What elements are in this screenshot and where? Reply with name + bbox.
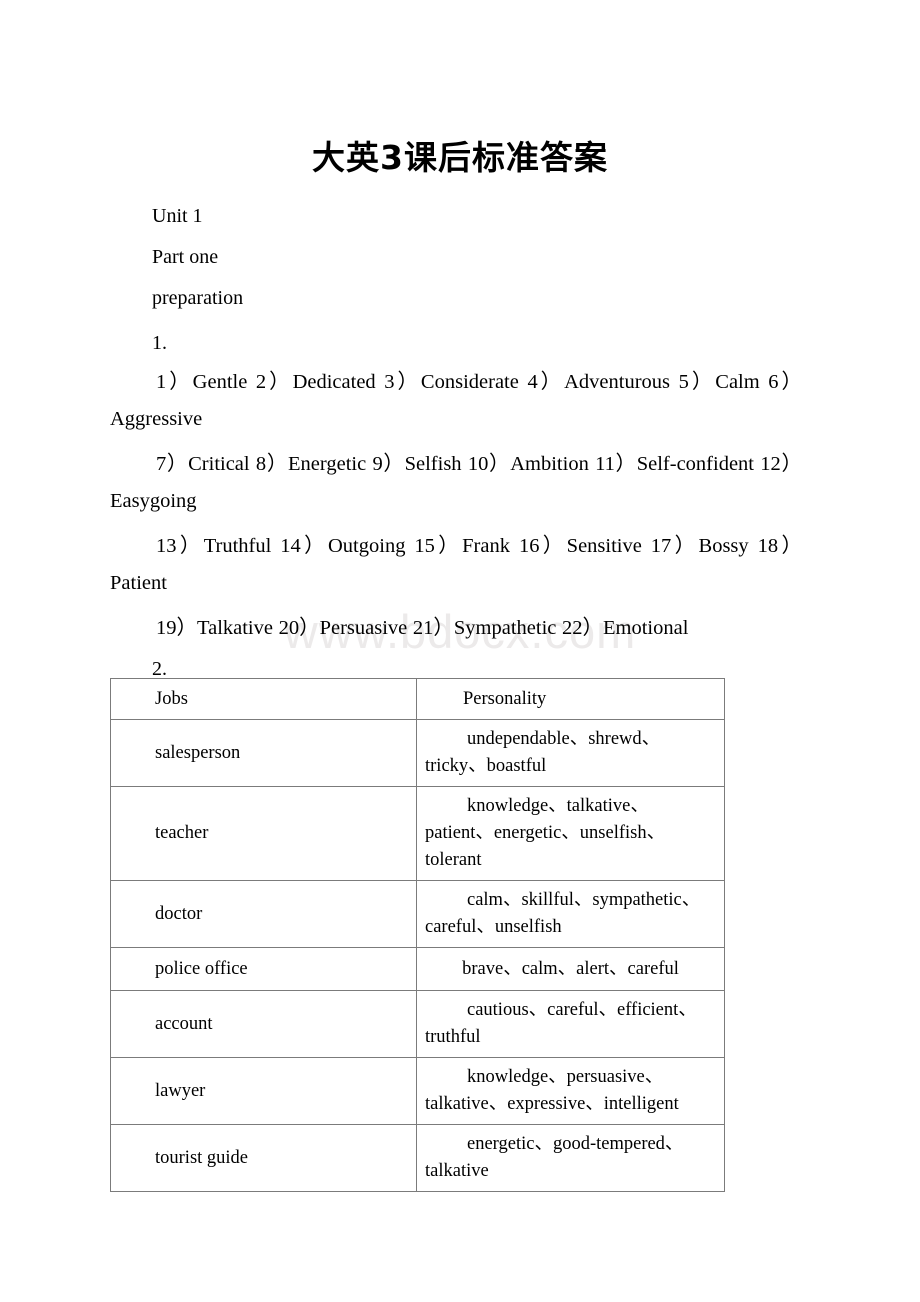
job-name: lawyer — [155, 1080, 206, 1101]
table-cell-job: lawyer — [110, 1057, 417, 1125]
personality-list: undependable、shrewd、tricky、boastful — [425, 729, 661, 776]
table-row: doctor calm、skillful、sympathetic、careful… — [110, 880, 725, 948]
heading-preparation: preparation — [152, 287, 244, 309]
answer-paragraph-4: 19）Talkative 20）Persuasive 21）Sympatheti… — [156, 617, 689, 639]
job-name: doctor — [155, 903, 203, 924]
table-row: tourist guide energetic、good-tempered、ta… — [110, 1124, 725, 1192]
personality-list: calm、skillful、sympathetic、careful、unself… — [425, 890, 701, 937]
answer-paragraph-2: 7）Critical 8）Energetic 9）Selfish 10）Ambi… — [110, 453, 802, 512]
table-row: police office brave、calm、alert、careful — [110, 947, 725, 991]
table-cell-personality: cautious、careful、efficient、truthful — [416, 990, 725, 1058]
table-cell-job: teacher — [110, 786, 417, 881]
table-cell-job: doctor — [110, 880, 417, 948]
table-cell-job: tourist guide — [110, 1124, 417, 1192]
personality-list: knowledge、talkative、patient、energetic、un… — [425, 796, 666, 870]
heading-part: Part one — [152, 246, 219, 268]
answer-paragraph-1: 1）Gentle 2）Dedicated 3）Considerate 4）Adv… — [110, 371, 802, 430]
personality-list: brave、calm、alert、careful — [462, 958, 679, 979]
table-cell-personality: knowledge、persuasive、talkative、expressiv… — [416, 1057, 725, 1125]
jobs-personality-table: Jobs Personality salesperson undependabl… — [110, 678, 725, 1192]
table-row: lawyer knowledge、persuasive、talkative、ex… — [110, 1057, 725, 1125]
table-header-cell-personality: Personality — [416, 678, 725, 720]
document-page: www.bdocx.com 大英3课后标准答案 Unit 1 Part one … — [0, 0, 920, 1302]
table-row: account cautious、careful、efficient、truth… — [110, 990, 725, 1058]
table-cell-job: police office — [110, 947, 417, 991]
job-name: salesperson — [155, 742, 241, 763]
heading-unit: Unit 1 — [152, 205, 203, 227]
section-label-1: 1. — [152, 332, 167, 354]
table-row: teacher knowledge、talkative、patient、ener… — [110, 786, 725, 881]
personality-list: knowledge、persuasive、talkative、expressiv… — [425, 1067, 679, 1114]
table-cell-personality: calm、skillful、sympathetic、careful、unself… — [416, 880, 725, 948]
table-cell-personality: brave、calm、alert、careful — [416, 947, 725, 991]
personality-list: cautious、careful、efficient、truthful — [425, 1000, 697, 1047]
table-cell-personality: undependable、shrewd、tricky、boastful — [416, 719, 725, 787]
table-cell-job: account — [110, 990, 417, 1058]
table-cell-job: salesperson — [110, 719, 417, 787]
answer-paragraph-3: 13）Truthful 14）Outgoing 15）Frank 16）Sens… — [110, 535, 802, 594]
job-name: tourist guide — [155, 1147, 249, 1168]
table-header-row: Jobs Personality — [110, 678, 725, 720]
table-cell-personality: energetic、good-tempered、talkative — [416, 1124, 725, 1192]
page-title: 大英3课后标准答案 — [312, 138, 608, 177]
personality-list: energetic、good-tempered、talkative — [425, 1134, 684, 1181]
document-content: 大英3课后标准答案 Unit 1 Part one preparation 1.… — [0, 0, 920, 690]
job-name: teacher — [155, 823, 209, 843]
table-row: salesperson undependable、shrewd、tricky、b… — [110, 719, 725, 787]
table-header-cell-jobs: Jobs — [110, 678, 417, 720]
job-name: police office — [155, 958, 248, 979]
table-header-label-jobs: Jobs — [155, 688, 188, 709]
job-name: account — [155, 1013, 213, 1034]
table-cell-personality: knowledge、talkative、patient、energetic、un… — [416, 786, 725, 881]
table-header-label-personality: Personality — [463, 688, 547, 709]
